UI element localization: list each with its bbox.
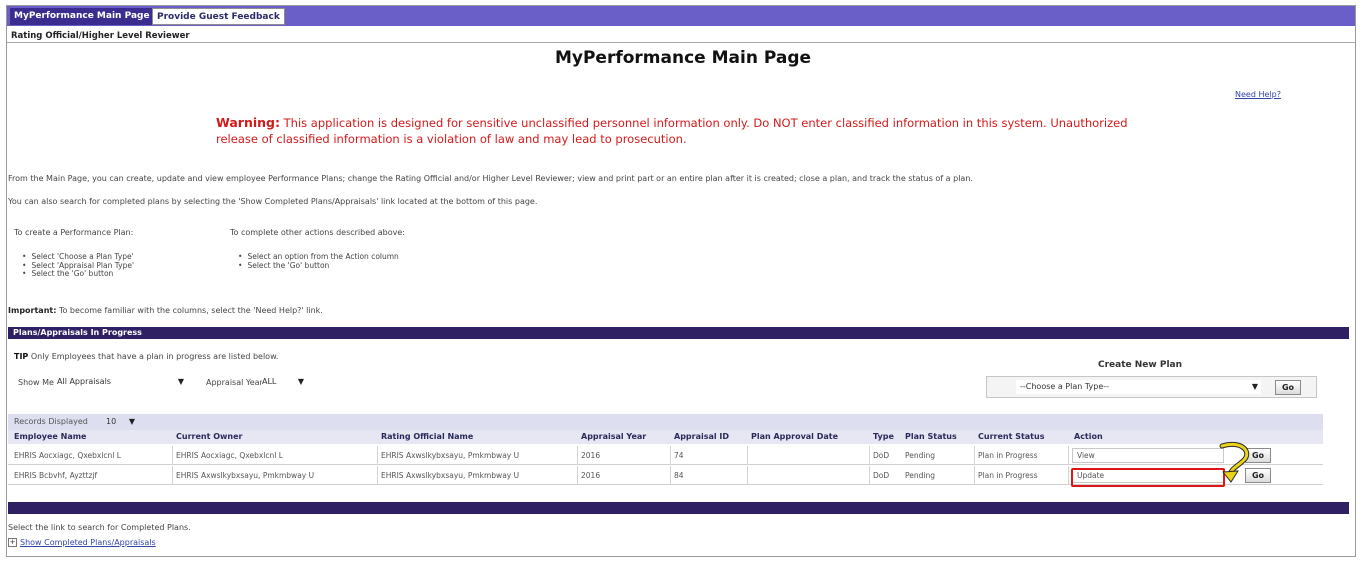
warning-label: Warning: <box>216 115 280 130</box>
records-displayed-value: 10 <box>106 417 117 426</box>
dropdown-arrow-icon: ▼ <box>177 377 184 386</box>
bottom-divider-bar <box>8 502 1349 514</box>
role-bar: Rating Official/Higher Level Reviewer <box>7 29 1355 43</box>
cell-rating-official: EHRIS Axwslkybxsayu, Pmkmbway U <box>381 471 520 480</box>
column-rating-official-name[interactable]: Rating Official Name <box>381 432 473 441</box>
cell-divider <box>577 446 578 464</box>
cell-current-status: Plan in Progress <box>978 451 1038 460</box>
table-row: EHRIS Aocxiagc, Qxebxlcnl L EHRIS Aocxia… <box>8 446 1323 465</box>
other-steps-list: Select an option from the Action column … <box>238 252 399 271</box>
highlight-box <box>1071 468 1225 487</box>
warning-text: This application is designed for sensiti… <box>216 116 1128 146</box>
cell-divider <box>747 446 748 464</box>
tab-bar: MyPerformance Main Page Provide Guest Fe… <box>7 6 1355 26</box>
column-current-owner[interactable]: Current Owner <box>176 432 242 441</box>
cell-current-owner: EHRIS Aocxiagc, Qxebxlcnl L <box>176 451 283 460</box>
curved-arrow-icon <box>1219 442 1250 483</box>
list-item: Select the 'Go' button <box>238 261 399 271</box>
cell-divider <box>869 466 870 484</box>
footer-instruction: Select the link to search for Completed … <box>8 523 191 532</box>
cell-employee-name: EHRIS Bcbvhf, Ayzttzjf <box>14 471 98 480</box>
records-bar: Records Displayed 10 ▼ <box>8 414 1323 430</box>
column-employee-name[interactable]: Employee Name <box>14 432 86 441</box>
column-action: Action <box>1074 432 1103 441</box>
cell-current-status: Plan in Progress <box>978 471 1038 480</box>
create-steps-heading: To create a Performance Plan: <box>14 228 134 237</box>
cell-divider <box>377 446 378 464</box>
other-steps-heading: To complete other actions described abov… <box>230 228 405 237</box>
page-title: MyPerformance Main Page <box>554 48 812 68</box>
appraisal-year-value: ALL <box>262 377 277 386</box>
cell-divider <box>1068 446 1069 464</box>
list-item: Select the 'Go' button <box>22 269 134 279</box>
column-appraisal-year[interactable]: Appraisal Year <box>581 432 646 441</box>
column-plan-approval-date[interactable]: Plan Approval Date <box>751 432 838 441</box>
cell-plan-status: Pending <box>905 451 935 460</box>
cell-divider <box>172 466 173 484</box>
plan-type-value: --Choose a Plan Type-- <box>1020 382 1110 391</box>
cell-rating-official: EHRIS Axwslkybxsayu, Pmkmbway U <box>381 451 520 460</box>
create-steps-list: Select 'Choose a Plan Type' Select 'Appr… <box>22 252 134 279</box>
cell-divider <box>974 446 975 464</box>
cell-divider <box>670 446 671 464</box>
cell-divider <box>172 446 173 464</box>
plan-type-select[interactable]: --Choose a Plan Type-- ▼ <box>1016 380 1261 394</box>
create-new-plan-title: Create New Plan <box>1098 360 1183 370</box>
cell-divider <box>670 466 671 484</box>
intro-line-1: From the Main Page, you can create, upda… <box>8 174 973 183</box>
show-me-select[interactable]: All Appraisals ▼ <box>57 375 187 389</box>
tab-guest-feedback[interactable]: Provide Guest Feedback <box>152 8 285 25</box>
section-header-plans-in-progress: Plans/Appraisals In Progress <box>8 327 1349 339</box>
dropdown-arrow-icon: ▼ <box>297 377 304 386</box>
cell-appraisal-year: 2016 <box>581 451 601 460</box>
intro-line-2: You can also search for completed plans … <box>8 197 538 206</box>
show-me-label: Show Me <box>18 378 54 387</box>
appraisal-year-select[interactable]: ALL ▼ <box>262 375 307 389</box>
cell-plan-status: Pending <box>905 471 935 480</box>
show-completed-plans-link[interactable]: + Show Completed Plans/Appraisals <box>8 538 156 547</box>
tip-text: Only Employees that have a plan in progr… <box>30 352 279 361</box>
cell-divider <box>747 466 748 484</box>
show-completed-plans-label: Show Completed Plans/Appraisals <box>20 538 156 547</box>
tip-note: TIP Only Employees that have a plan in p… <box>14 352 278 361</box>
warning-message: Warning: This application is designed fo… <box>216 115 1166 147</box>
cell-divider <box>377 466 378 484</box>
cell-appraisal-id: 84 <box>674 471 684 480</box>
important-text: To become familiar with the columns, sel… <box>58 306 323 315</box>
dropdown-arrow-icon: ▼ <box>128 417 135 426</box>
column-type[interactable]: Type <box>873 432 894 441</box>
appraisal-year-label: Appraisal Year <box>206 378 263 387</box>
action-select[interactable]: View <box>1072 448 1224 463</box>
cell-type: DoD <box>873 451 890 460</box>
cell-divider <box>974 466 975 484</box>
cell-appraisal-id: 74 <box>674 451 684 460</box>
cell-current-owner: EHRIS Axwslkybxsayu, Pmkmbway U <box>176 471 315 480</box>
tab-main-page[interactable]: MyPerformance Main Page <box>10 8 154 25</box>
need-help-link[interactable]: Need Help? <box>1235 90 1281 99</box>
cell-divider <box>1068 466 1069 484</box>
records-displayed-label: Records Displayed <box>14 417 88 426</box>
tip-label: TIP <box>14 352 29 361</box>
cell-divider <box>869 446 870 464</box>
column-current-status[interactable]: Current Status <box>978 432 1044 441</box>
cell-employee-name: EHRIS Aocxiagc, Qxebxlcnl L <box>14 451 121 460</box>
important-label: Important: <box>8 306 57 315</box>
table-header: Employee Name Current Owner Rating Offic… <box>8 430 1323 444</box>
column-plan-status[interactable]: Plan Status <box>905 432 957 441</box>
records-displayed-select[interactable]: 10 ▼ <box>106 415 138 429</box>
create-plan-go-button[interactable]: Go <box>1275 380 1301 395</box>
show-me-value: All Appraisals <box>57 377 111 386</box>
cell-appraisal-year: 2016 <box>581 471 601 480</box>
cell-divider <box>577 466 578 484</box>
dropdown-arrow-icon: ▼ <box>1251 382 1258 391</box>
column-appraisal-id[interactable]: Appraisal ID <box>674 432 729 441</box>
important-note: Important: To become familiar with the c… <box>8 306 323 315</box>
plus-box-icon: + <box>8 538 17 547</box>
cell-type: DoD <box>873 471 890 480</box>
